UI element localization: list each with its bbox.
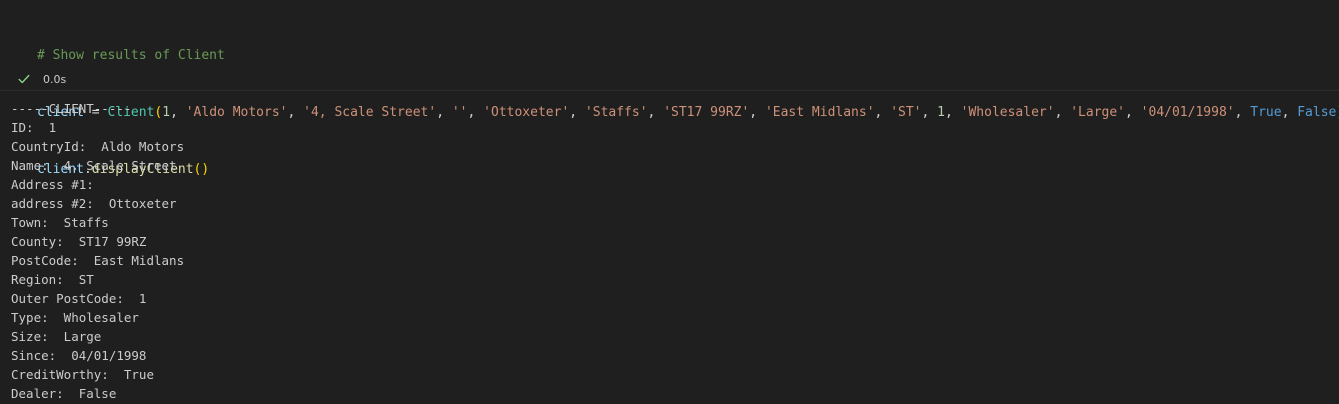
token-sep: , bbox=[647, 105, 664, 120]
token-sep: , bbox=[921, 105, 938, 120]
token-arg: 'Large' bbox=[1070, 105, 1126, 120]
token-sep: , bbox=[874, 105, 891, 120]
token-sep: , bbox=[1281, 105, 1298, 120]
code-line-comment: # Show results of Client bbox=[37, 46, 1339, 65]
output-line: Since: 04/01/1998 bbox=[11, 348, 147, 363]
token-arg: False bbox=[1297, 105, 1337, 120]
token-parens: () bbox=[193, 162, 210, 177]
check-icon bbox=[18, 74, 30, 84]
output-line: CountryId: Aldo Motors bbox=[11, 139, 185, 154]
token-sep: , bbox=[569, 105, 585, 120]
output-line: Region: ST bbox=[11, 272, 94, 287]
code-line-assignment: client = Client(1, 'Aldo Motors', '4, Sc… bbox=[37, 103, 1339, 122]
output-line: County: ST17 99RZ bbox=[11, 234, 147, 249]
output-line: Address #1: bbox=[11, 177, 94, 192]
token-arg: 'Ottoxeter' bbox=[483, 105, 570, 120]
output-line: Size: Large bbox=[11, 329, 102, 344]
token-arg: 'ST17 99RZ' bbox=[663, 105, 750, 120]
token-arg: 'ST' bbox=[890, 105, 922, 120]
output-line: Town: Staffs bbox=[11, 215, 109, 230]
token-arg: 'Aldo Motors' bbox=[185, 105, 288, 120]
output-line: address #2: Ottoxeter bbox=[11, 196, 177, 211]
token-arg: '04/01/1998' bbox=[1140, 105, 1235, 120]
output-line: ID: 1 bbox=[11, 120, 57, 135]
output-line: Name: 4, Scale Street bbox=[11, 158, 177, 173]
code-editor[interactable]: # Show results of Client client = Client… bbox=[37, 8, 1339, 217]
token-arg: 'East Midlans' bbox=[764, 105, 875, 120]
execution-time: 0.0s bbox=[43, 72, 67, 86]
output-line: Dealer: False bbox=[11, 386, 117, 401]
output-line: PostCode: East Midlans bbox=[11, 253, 185, 268]
output-line: Type: Wholesaler bbox=[11, 310, 139, 325]
token-arg: '4, Scale Street' bbox=[303, 105, 437, 120]
token-sep: , bbox=[287, 105, 304, 120]
code-comment: # Show results of Client bbox=[37, 48, 225, 63]
token-arg: True bbox=[1250, 105, 1282, 120]
cell-output: -----CLIENT----- ID: 1 CountryId: Aldo Mot… bbox=[11, 99, 184, 403]
token-arg: 'Staffs' bbox=[584, 105, 648, 120]
token-sep: , bbox=[1234, 105, 1251, 120]
token-arg: '' bbox=[451, 105, 468, 120]
output-line: Outer PostCode: 1 bbox=[11, 291, 147, 306]
code-line-call: client.displayClient() bbox=[37, 160, 1339, 179]
token-sep: , bbox=[749, 105, 765, 120]
token-sep: , bbox=[467, 105, 484, 120]
token-sep: , bbox=[944, 105, 961, 120]
token-arg: 'Wholesaler' bbox=[960, 105, 1055, 120]
output-line: CreditWorthy: True bbox=[11, 367, 154, 382]
execution-status: 0.0s bbox=[17, 70, 66, 88]
token-arg: 1 bbox=[937, 105, 945, 120]
output-line: -----CLIENT----- bbox=[11, 101, 132, 116]
token-sep: , bbox=[436, 105, 452, 120]
token-sep: , bbox=[1054, 105, 1071, 120]
code-cell[interactable]: # Show results of Client client = Client… bbox=[0, 0, 1339, 177]
token-sep: , bbox=[1125, 105, 1141, 120]
